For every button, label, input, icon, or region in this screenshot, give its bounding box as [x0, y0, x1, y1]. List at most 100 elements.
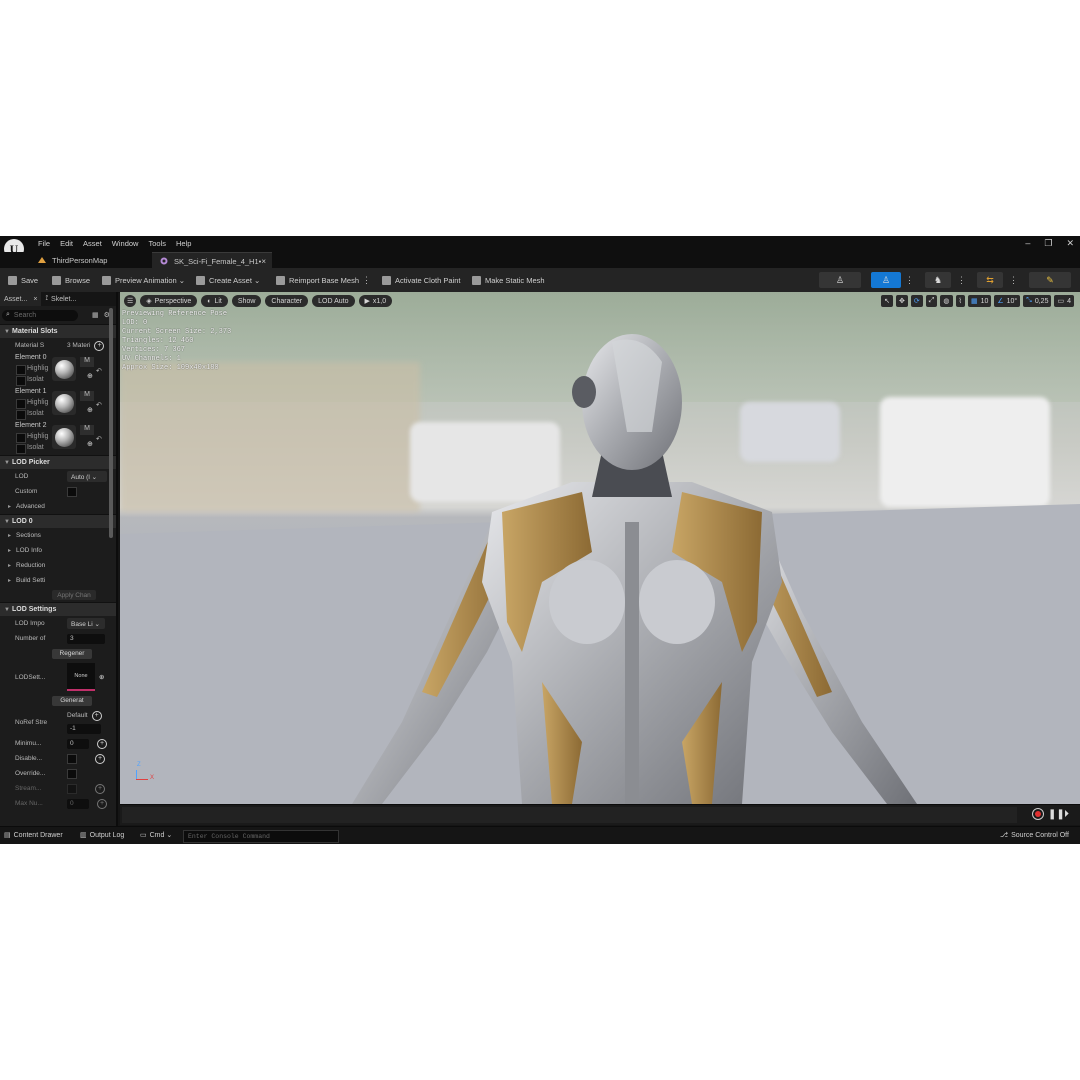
stream-checkbox[interactable]: [67, 783, 77, 794]
browse-button[interactable]: Browse: [52, 274, 90, 286]
browse-material-icon[interactable]: ⊕: [87, 440, 93, 448]
physics-mode-button[interactable]: ✎: [1029, 272, 1071, 288]
highlight-checkbox[interactable]: [16, 365, 26, 375]
override-checkbox[interactable]: [67, 768, 77, 779]
add-platform-override-icon[interactable]: +: [91, 710, 102, 721]
tab-asset-details[interactable]: Asset... ×: [0, 292, 42, 306]
material-thumbnail[interactable]: [52, 357, 76, 381]
lit-button[interactable]: ◐ Lit: [201, 295, 228, 307]
show-button[interactable]: Show: [231, 295, 262, 307]
step-forward-button[interactable]: ⏵: [1064, 809, 1069, 820]
number-of-lods-field[interactable]: 3: [67, 633, 105, 644]
reimport-base-mesh-button[interactable]: Reimport Base Mesh: [276, 274, 359, 286]
close-tab-icon[interactable]: ×: [33, 296, 37, 303]
skeleton-mode-button[interactable]: ♙: [819, 272, 861, 288]
material-thumbnail[interactable]: [52, 391, 76, 415]
surface-snap-icon[interactable]: ⌇: [955, 295, 965, 307]
add-material-slot-icon[interactable]: +: [94, 340, 105, 351]
reset-arrow-icon[interactable]: ↶: [96, 367, 102, 375]
minimum-lod-field[interactable]: 0: [67, 738, 89, 749]
lod-info-expander[interactable]: ▸ LOD Info: [0, 543, 116, 558]
disable-checkbox[interactable]: [67, 753, 77, 764]
lod-import-dropdown[interactable]: Base Li ⌄: [67, 618, 105, 629]
table-view-icon[interactable]: ▦: [92, 311, 99, 319]
pause-button[interactable]: ❚❚: [1048, 809, 1065, 820]
blueprint-mode-button[interactable]: ⇆: [977, 272, 1003, 288]
activate-cloth-paint-button[interactable]: Activate Cloth Paint: [382, 274, 460, 286]
tab-skeleton-tree[interactable]: ⟟ Skelet...: [41, 292, 80, 306]
tab-skeletal-mesh[interactable]: SK_Sci-Fi_Female_4_H1• ×: [152, 252, 272, 269]
sections-expander[interactable]: ▸ Sections: [0, 528, 116, 543]
reimport-options-icon[interactable]: ⋮: [362, 275, 371, 286]
max-num-field[interactable]: 0: [67, 798, 89, 809]
advanced-expander[interactable]: ▸ Advanced: [0, 499, 116, 514]
scale-icon[interactable]: ⤢: [925, 295, 938, 307]
source-control-button[interactable]: ⎇ Source Control Off: [1000, 831, 1069, 840]
viewport-menu-button[interactable]: ☰: [124, 295, 137, 307]
menu-file[interactable]: File: [33, 238, 55, 250]
mesh-mode-button[interactable]: ♙: [871, 272, 901, 288]
add-minimum-override-icon[interactable]: +: [97, 738, 107, 749]
browse-material-icon[interactable]: ⊕: [87, 406, 93, 414]
minimize-button[interactable]: –: [1025, 238, 1030, 249]
custom-checkbox[interactable]: [67, 486, 77, 497]
perspective-button[interactable]: ◈ Perspective: [140, 295, 198, 307]
section-lod-picker[interactable]: ▼ LOD Picker: [0, 455, 116, 469]
rotation-snap-button[interactable]: ∠ 10°: [994, 295, 1021, 307]
content-drawer-button[interactable]: ▤ Content Drawer: [4, 831, 63, 840]
menu-window[interactable]: Window: [107, 238, 144, 250]
console-input[interactable]: Enter Console Command: [183, 830, 339, 843]
blueprint-mode-options-icon[interactable]: ⋮: [1009, 275, 1018, 286]
lod-dropdown[interactable]: Auto (l ⌄: [67, 471, 107, 482]
section-lod-settings[interactable]: ▼ LOD Settings: [0, 602, 116, 616]
add-stream-override-icon[interactable]: +: [95, 783, 105, 794]
animation-mode-button[interactable]: ♞: [925, 272, 951, 288]
world-local-icon[interactable]: ◍: [940, 295, 953, 307]
record-button[interactable]: [1032, 808, 1044, 820]
section-lod0[interactable]: ▼ LOD 0: [0, 514, 116, 528]
close-tab-icon[interactable]: ×: [261, 257, 266, 266]
details-scrollbar[interactable]: [109, 308, 113, 538]
output-log-button[interactable]: ▥ Output Log: [80, 831, 124, 840]
make-static-mesh-button[interactable]: Make Static Mesh: [472, 274, 545, 286]
playback-speed-button[interactable]: ▶ x1,0: [358, 295, 393, 307]
noref-streaming-field[interactable]: -1: [67, 723, 101, 734]
browse-asset-icon[interactable]: ⊕: [99, 673, 104, 681]
highlight-checkbox[interactable]: [16, 399, 26, 409]
menu-asset[interactable]: Asset: [78, 238, 107, 250]
reduction-expander[interactable]: ▸ Reduction: [0, 558, 116, 573]
isolate-checkbox[interactable]: [16, 376, 26, 386]
isolate-checkbox[interactable]: [16, 444, 26, 454]
menu-help[interactable]: Help: [171, 238, 196, 250]
mesh-mode-options-icon[interactable]: ⋮: [905, 275, 914, 286]
build-settings-expander[interactable]: ▸ Build Setti: [0, 573, 116, 588]
reset-arrow-icon[interactable]: ↶: [96, 435, 102, 443]
material-thumbnail[interactable]: [52, 425, 76, 449]
preview-animation-button[interactable]: Preview Animation ⌄: [102, 274, 185, 286]
browse-material-icon[interactable]: ⊕: [87, 372, 93, 380]
regenerate-button[interactable]: Regener: [52, 648, 92, 659]
create-asset-button[interactable]: Create Asset ⌄: [196, 274, 260, 286]
save-button[interactable]: Save: [8, 274, 38, 286]
close-window-button[interactable]: ✕: [1066, 238, 1074, 249]
timeline-track[interactable]: [122, 807, 1017, 823]
translate-icon[interactable]: ✥: [896, 295, 908, 307]
cmd-dropdown[interactable]: ▭ Cmd ⌄: [140, 831, 172, 839]
menu-edit[interactable]: Edit: [55, 238, 78, 250]
tab-third-person-map[interactable]: ThirdPersonMap: [30, 252, 150, 268]
mesh-viewport[interactable]: ☰ ◈ Perspective ◐ Lit Show Character LOD A…: [120, 292, 1080, 804]
restore-button[interactable]: ❐: [1044, 238, 1052, 249]
menu-tools[interactable]: Tools: [143, 238, 171, 250]
add-disable-override-icon[interactable]: +: [95, 753, 105, 764]
grid-snap-button[interactable]: ▦ 10: [967, 295, 992, 307]
scale-snap-button[interactable]: ⤡ 0,25: [1023, 295, 1052, 307]
highlight-checkbox[interactable]: [16, 433, 26, 443]
animation-mode-options-icon[interactable]: ⋮: [957, 275, 966, 286]
select-icon[interactable]: ↖: [881, 295, 894, 307]
reset-arrow-icon[interactable]: ↶: [96, 401, 102, 409]
lod-auto-button[interactable]: LOD Auto: [312, 295, 355, 307]
apply-changes-button[interactable]: Apply Chan: [52, 590, 96, 600]
generate-button[interactable]: Generat: [52, 695, 92, 706]
rotate-icon[interactable]: ⟳: [910, 295, 923, 307]
section-material-slots[interactable]: ▼ Material Slots: [0, 324, 116, 338]
